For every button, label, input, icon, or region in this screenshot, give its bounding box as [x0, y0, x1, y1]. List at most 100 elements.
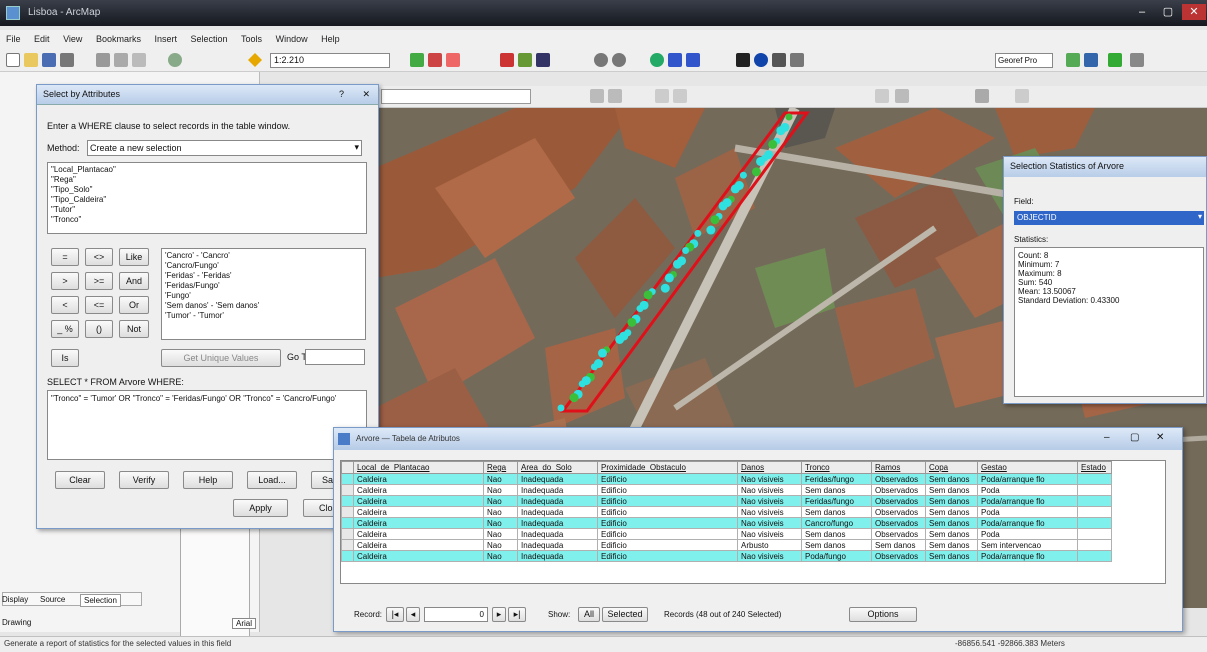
options-button[interactable]: Options: [849, 607, 917, 622]
field-item[interactable]: "Tipo_Caldeira": [48, 195, 366, 205]
next-record-button[interactable]: ▸: [492, 607, 506, 622]
menu-bookmarks[interactable]: Bookmarks: [90, 30, 146, 44]
maximize-button[interactable]: ▢: [1156, 4, 1180, 20]
column-header[interactable]: Estado: [1077, 461, 1112, 474]
georef-tool-icon[interactable]: [1066, 53, 1080, 67]
column-header[interactable]: Gestao: [977, 461, 1078, 474]
row-selector[interactable]: [341, 550, 354, 562]
tree-point[interactable]: [730, 184, 740, 194]
menu-window[interactable]: Window: [270, 30, 313, 44]
tree-point[interactable]: [660, 283, 670, 293]
field-item[interactable]: "Rega": [48, 175, 366, 185]
edit-vertices-icon[interactable]: [655, 89, 669, 103]
column-header[interactable]: Tronco: [801, 461, 872, 474]
op-parens-button[interactable]: (): [85, 320, 113, 338]
table-icon[interactable]: [518, 53, 532, 67]
options-icon[interactable]: [1130, 53, 1144, 67]
zoom-out-icon[interactable]: [612, 53, 626, 67]
tree-point[interactable]: [615, 334, 625, 344]
menu-file[interactable]: File: [0, 30, 26, 44]
grid-icon[interactable]: [536, 53, 550, 67]
row-selector[interactable]: [341, 539, 354, 551]
tree-point[interactable]: [578, 380, 586, 388]
prev-record-button[interactable]: ◂: [406, 607, 420, 622]
table-maximize-icon[interactable]: ▢: [1130, 432, 1139, 443]
table-minimize-icon[interactable]: –: [1104, 432, 1110, 443]
row-selector[interactable]: [341, 528, 354, 540]
value-item[interactable]: 'Tumor' - 'Tumor': [162, 311, 365, 321]
tree-point[interactable]: [643, 290, 653, 300]
value-item[interactable]: 'Feridas/Fungo': [162, 281, 365, 291]
table-row[interactable]: Caldeira Nao Inadequada Edificio Nao visivei…: [341, 484, 1112, 496]
copy-icon[interactable]: [114, 53, 128, 67]
help-button[interactable]: Help: [183, 471, 233, 489]
table-row[interactable]: Caldeira Nao Inadequada Edificio Nao visivei…: [341, 550, 1112, 562]
cut-icon[interactable]: [96, 53, 110, 67]
zoom-fixed-icon[interactable]: [590, 89, 604, 103]
zoom-extent-icon[interactable]: [608, 89, 622, 103]
row-selector[interactable]: [341, 517, 354, 529]
column-header[interactable]: Danos: [737, 461, 802, 474]
table-row[interactable]: Caldeira Nao Inadequada Edificio Nao visivei…: [341, 506, 1112, 518]
method-select[interactable]: Create a new selection ▾: [87, 140, 362, 156]
help-icon[interactable]: ?: [339, 89, 344, 99]
open-folder-icon[interactable]: [24, 53, 38, 67]
link-table-icon[interactable]: [1084, 53, 1098, 67]
record-input[interactable]: 0: [424, 607, 488, 622]
last-record-button[interactable]: ▸|: [508, 607, 526, 622]
field-item[interactable]: "Tutor": [48, 205, 366, 215]
op-like-button[interactable]: Like: [119, 248, 149, 266]
show-selected-button[interactable]: Selected: [602, 607, 648, 622]
op-wildcard-button[interactable]: _ %: [51, 320, 79, 338]
value-item[interactable]: 'Feridas' - 'Feridas': [162, 271, 365, 281]
target-layer-combo[interactable]: [381, 89, 531, 104]
tree-point[interactable]: [627, 317, 637, 327]
reshape-icon[interactable]: [673, 89, 687, 103]
close-button[interactable]: ✕: [1182, 4, 1206, 20]
font-combo[interactable]: Arial: [232, 618, 257, 629]
measure-icon[interactable]: [790, 53, 804, 67]
tree-point[interactable]: [672, 259, 682, 269]
column-header[interactable]: Area_do_Solo: [517, 461, 598, 474]
new-document-icon[interactable]: [6, 53, 20, 67]
layer-icon[interactable]: [500, 53, 514, 67]
row-selector[interactable]: [341, 506, 354, 518]
tree-point[interactable]: [739, 171, 747, 179]
editor-icon[interactable]: [410, 53, 424, 67]
menu-selection[interactable]: Selection: [185, 30, 233, 44]
column-header[interactable]: Proximidade_Obstaculo: [597, 461, 738, 474]
op-greater-equal-button[interactable]: >=: [85, 272, 113, 290]
back-icon[interactable]: [668, 53, 682, 67]
op-equals-button[interactable]: =: [51, 248, 79, 266]
menu-view[interactable]: View: [57, 30, 87, 44]
value-item[interactable]: 'Sem danos' - 'Sem danos': [162, 301, 365, 311]
menu-help[interactable]: Help: [315, 30, 345, 44]
graph-icon[interactable]: [1015, 89, 1029, 103]
op-not-button[interactable]: Not: [119, 320, 149, 338]
map-scale-combo[interactable]: 1:2.210: [270, 53, 390, 68]
print-icon[interactable]: [60, 53, 74, 67]
tree-point[interactable]: [636, 305, 644, 313]
unique-values-list[interactable]: 'Cancro' - 'Cancro' 'Cancro/Fungo' 'Feri…: [161, 248, 366, 340]
identify-icon[interactable]: [754, 53, 768, 67]
drawing-menu[interactable]: Drawing: [2, 618, 31, 627]
tab-selection[interactable]: Selection: [80, 594, 121, 607]
table-row[interactable]: Caldeira Nao Inadequada Edificio Arbusto Sem …: [341, 539, 1112, 551]
value-item[interactable]: 'Fungo': [162, 291, 365, 301]
op-not-equal-button[interactable]: <>: [85, 248, 113, 266]
paste-icon[interactable]: [132, 53, 146, 67]
tab-source[interactable]: Source: [40, 595, 65, 604]
where-clause-textarea[interactable]: "Tronco" = 'Tumor' OR "Tronco" = 'Ferida…: [47, 390, 367, 460]
op-less-equal-button[interactable]: <=: [85, 296, 113, 314]
tree-point[interactable]: [694, 229, 702, 237]
op-greater-button[interactable]: >: [51, 272, 79, 290]
zoom-in-icon[interactable]: [594, 53, 608, 67]
clear-button[interactable]: Clear: [55, 471, 105, 489]
row-selector[interactable]: [341, 495, 354, 507]
select-arrow-icon[interactable]: [736, 53, 750, 67]
column-header[interactable]: Local_de_Plantacao: [353, 461, 484, 474]
first-record-button[interactable]: |◂: [386, 607, 404, 622]
table-row[interactable]: Caldeira Nao Inadequada Edificio Nao visivei…: [341, 517, 1112, 529]
load-button[interactable]: Load...: [247, 471, 297, 489]
tree-point[interactable]: [710, 215, 720, 225]
